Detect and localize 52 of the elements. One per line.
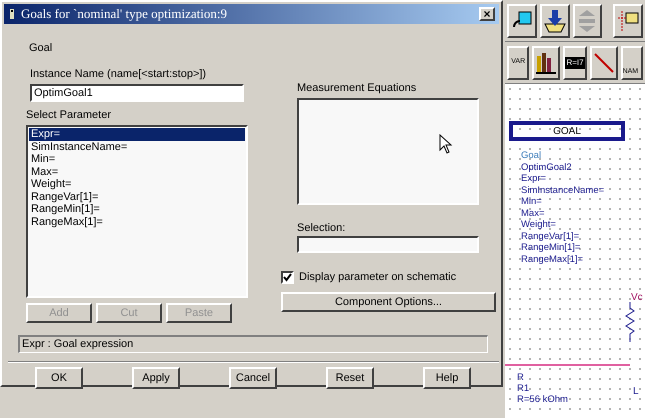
dialog-button[interactable]: OK bbox=[35, 367, 83, 389]
dialog-button[interactable]: Help bbox=[423, 367, 471, 389]
checkbox-label: Display parameter on schematic bbox=[299, 270, 456, 285]
books-icon[interactable] bbox=[532, 46, 560, 80]
dialog-button[interactable]: Cancel bbox=[229, 367, 277, 389]
goal-parameter-text: Weight= bbox=[521, 219, 557, 230]
parameter-list-item[interactable]: SimInstanceName= bbox=[29, 140, 245, 153]
move-icon[interactable] bbox=[572, 4, 602, 38]
dialog-button[interactable]: Apply bbox=[132, 367, 180, 389]
cursor-icon bbox=[439, 134, 453, 154]
resistor-icon bbox=[625, 302, 635, 342]
window-title: Goals for `nominal' type optimization:9 bbox=[21, 5, 227, 23]
close-button[interactable]: × bbox=[479, 6, 495, 21]
checkbox[interactable] bbox=[281, 270, 294, 284]
equation-button[interactable]: R=I7 bbox=[563, 46, 587, 80]
parameter-list-item[interactable]: RangeMax[1]= bbox=[29, 216, 245, 228]
resistor-label: R1 bbox=[517, 383, 530, 394]
status-field: Expr : Goal expression bbox=[18, 335, 488, 353]
component-label: Vc bbox=[631, 291, 643, 305]
parameter-list-item[interactable]: Min= bbox=[29, 153, 245, 166]
goal-parameter-text: RangeVar[1]= bbox=[521, 230, 580, 242]
parameter-list-item[interactable]: Max= bbox=[29, 166, 245, 178]
field-label: Selection: bbox=[297, 220, 346, 236]
instance-name-field[interactable]: OptimGoal1 bbox=[30, 84, 244, 102]
goal-parameter-text: OptimGoal2 bbox=[521, 162, 573, 173]
goal-parameter-text: SimInstanceName= bbox=[521, 184, 604, 196]
goal-parameter-text: Max= bbox=[521, 208, 546, 219]
selection-field[interactable] bbox=[297, 236, 479, 253]
goal-parameter-text: Min= bbox=[521, 196, 543, 208]
component-options-button[interactable]: Component Options... bbox=[281, 292, 496, 312]
field-label: Measurement Equations bbox=[297, 81, 418, 96]
goal-block[interactable]: GOAL bbox=[509, 121, 625, 141]
port-icon[interactable] bbox=[613, 4, 643, 38]
rotate-icon[interactable] bbox=[507, 4, 537, 38]
parameter-list-item[interactable]: Weight= bbox=[29, 178, 245, 190]
parameter-list-item[interactable]: RangeMin[1]= bbox=[29, 203, 245, 216]
parameter-list-item[interactable]: Expr= bbox=[29, 128, 245, 140]
component-label: L bbox=[633, 385, 639, 399]
download-icon[interactable] bbox=[540, 4, 570, 38]
goal-parameter-text: RangeMax[1]= bbox=[521, 254, 584, 265]
goal-parameter-text: RangeMin[1]= bbox=[521, 242, 582, 254]
wire-icon[interactable] bbox=[590, 46, 618, 80]
section-heading: Goal bbox=[29, 40, 54, 56]
resistor-label: R bbox=[517, 372, 525, 383]
field-label: Instance Name (name[<start:stop>]) bbox=[30, 67, 208, 82]
measurement-equations-field[interactable] bbox=[297, 98, 479, 204]
goal-parameter-text: Goal bbox=[521, 150, 542, 162]
goal-parameter-text: Expr= bbox=[521, 173, 548, 184]
field-label: Select Parameter bbox=[26, 108, 112, 122]
dialog-button[interactable]: Reset bbox=[326, 367, 374, 389]
resistor-label: R=56 kOhm bbox=[517, 394, 568, 405]
parameter-list-item[interactable]: RangeVar[1]= bbox=[29, 190, 245, 203]
